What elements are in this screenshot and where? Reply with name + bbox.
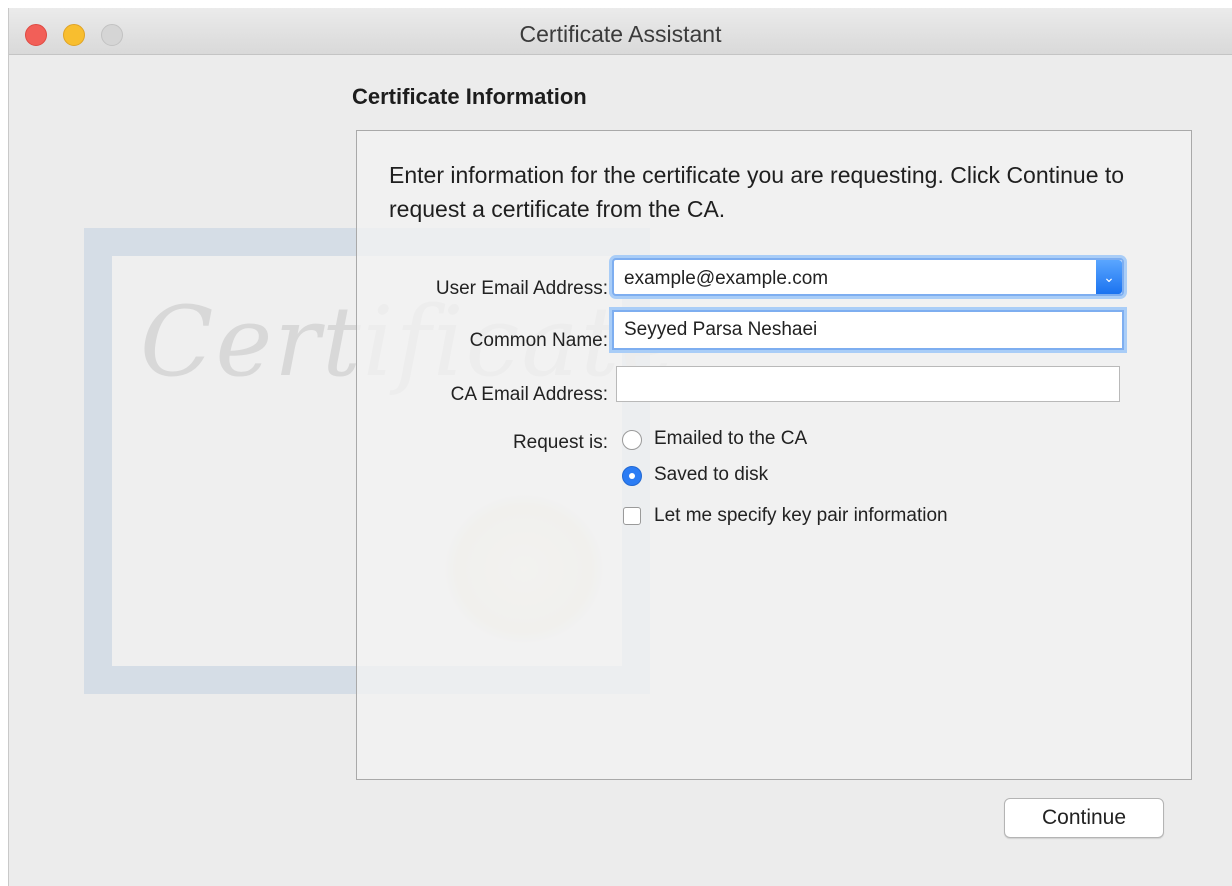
emailed-to-ca-radio[interactable]	[622, 430, 642, 450]
user-email-value: example@example.com	[624, 268, 829, 289]
page-heading: Certificate Information	[352, 84, 587, 109]
specify-key-pair-label[interactable]: Let me specify key pair information	[654, 505, 948, 527]
user-email-label: User Email Address:	[435, 278, 608, 299]
request-is-label: Request is:	[512, 432, 608, 453]
common-name-field[interactable]: Seyyed Parsa Neshaei	[612, 310, 1124, 350]
ca-email-label: CA Email Address:	[450, 384, 608, 405]
title-bar[interactable]: Certificate Assistant	[9, 8, 1232, 55]
common-name-label: Common Name:	[469, 330, 608, 351]
saved-to-disk-label[interactable]: Saved to disk	[654, 464, 768, 486]
intro-text: Enter information for the certificate yo…	[389, 162, 1125, 222]
common-name-value: Seyyed Parsa Neshaei	[624, 319, 818, 340]
chevron-down-icon[interactable]: ⌄	[1096, 260, 1122, 294]
window-title: Certificate Assistant	[519, 21, 722, 47]
emailed-to-ca-label[interactable]: Emailed to the CA	[654, 428, 807, 450]
user-email-combobox[interactable]: example@example.com ⌄	[612, 258, 1124, 296]
specify-key-pair-checkbox[interactable]	[623, 507, 641, 525]
form-panel	[356, 130, 1192, 780]
continue-button[interactable]: Continue	[1004, 798, 1164, 838]
saved-to-disk-radio[interactable]	[622, 466, 642, 486]
ca-email-field[interactable]	[616, 366, 1120, 402]
